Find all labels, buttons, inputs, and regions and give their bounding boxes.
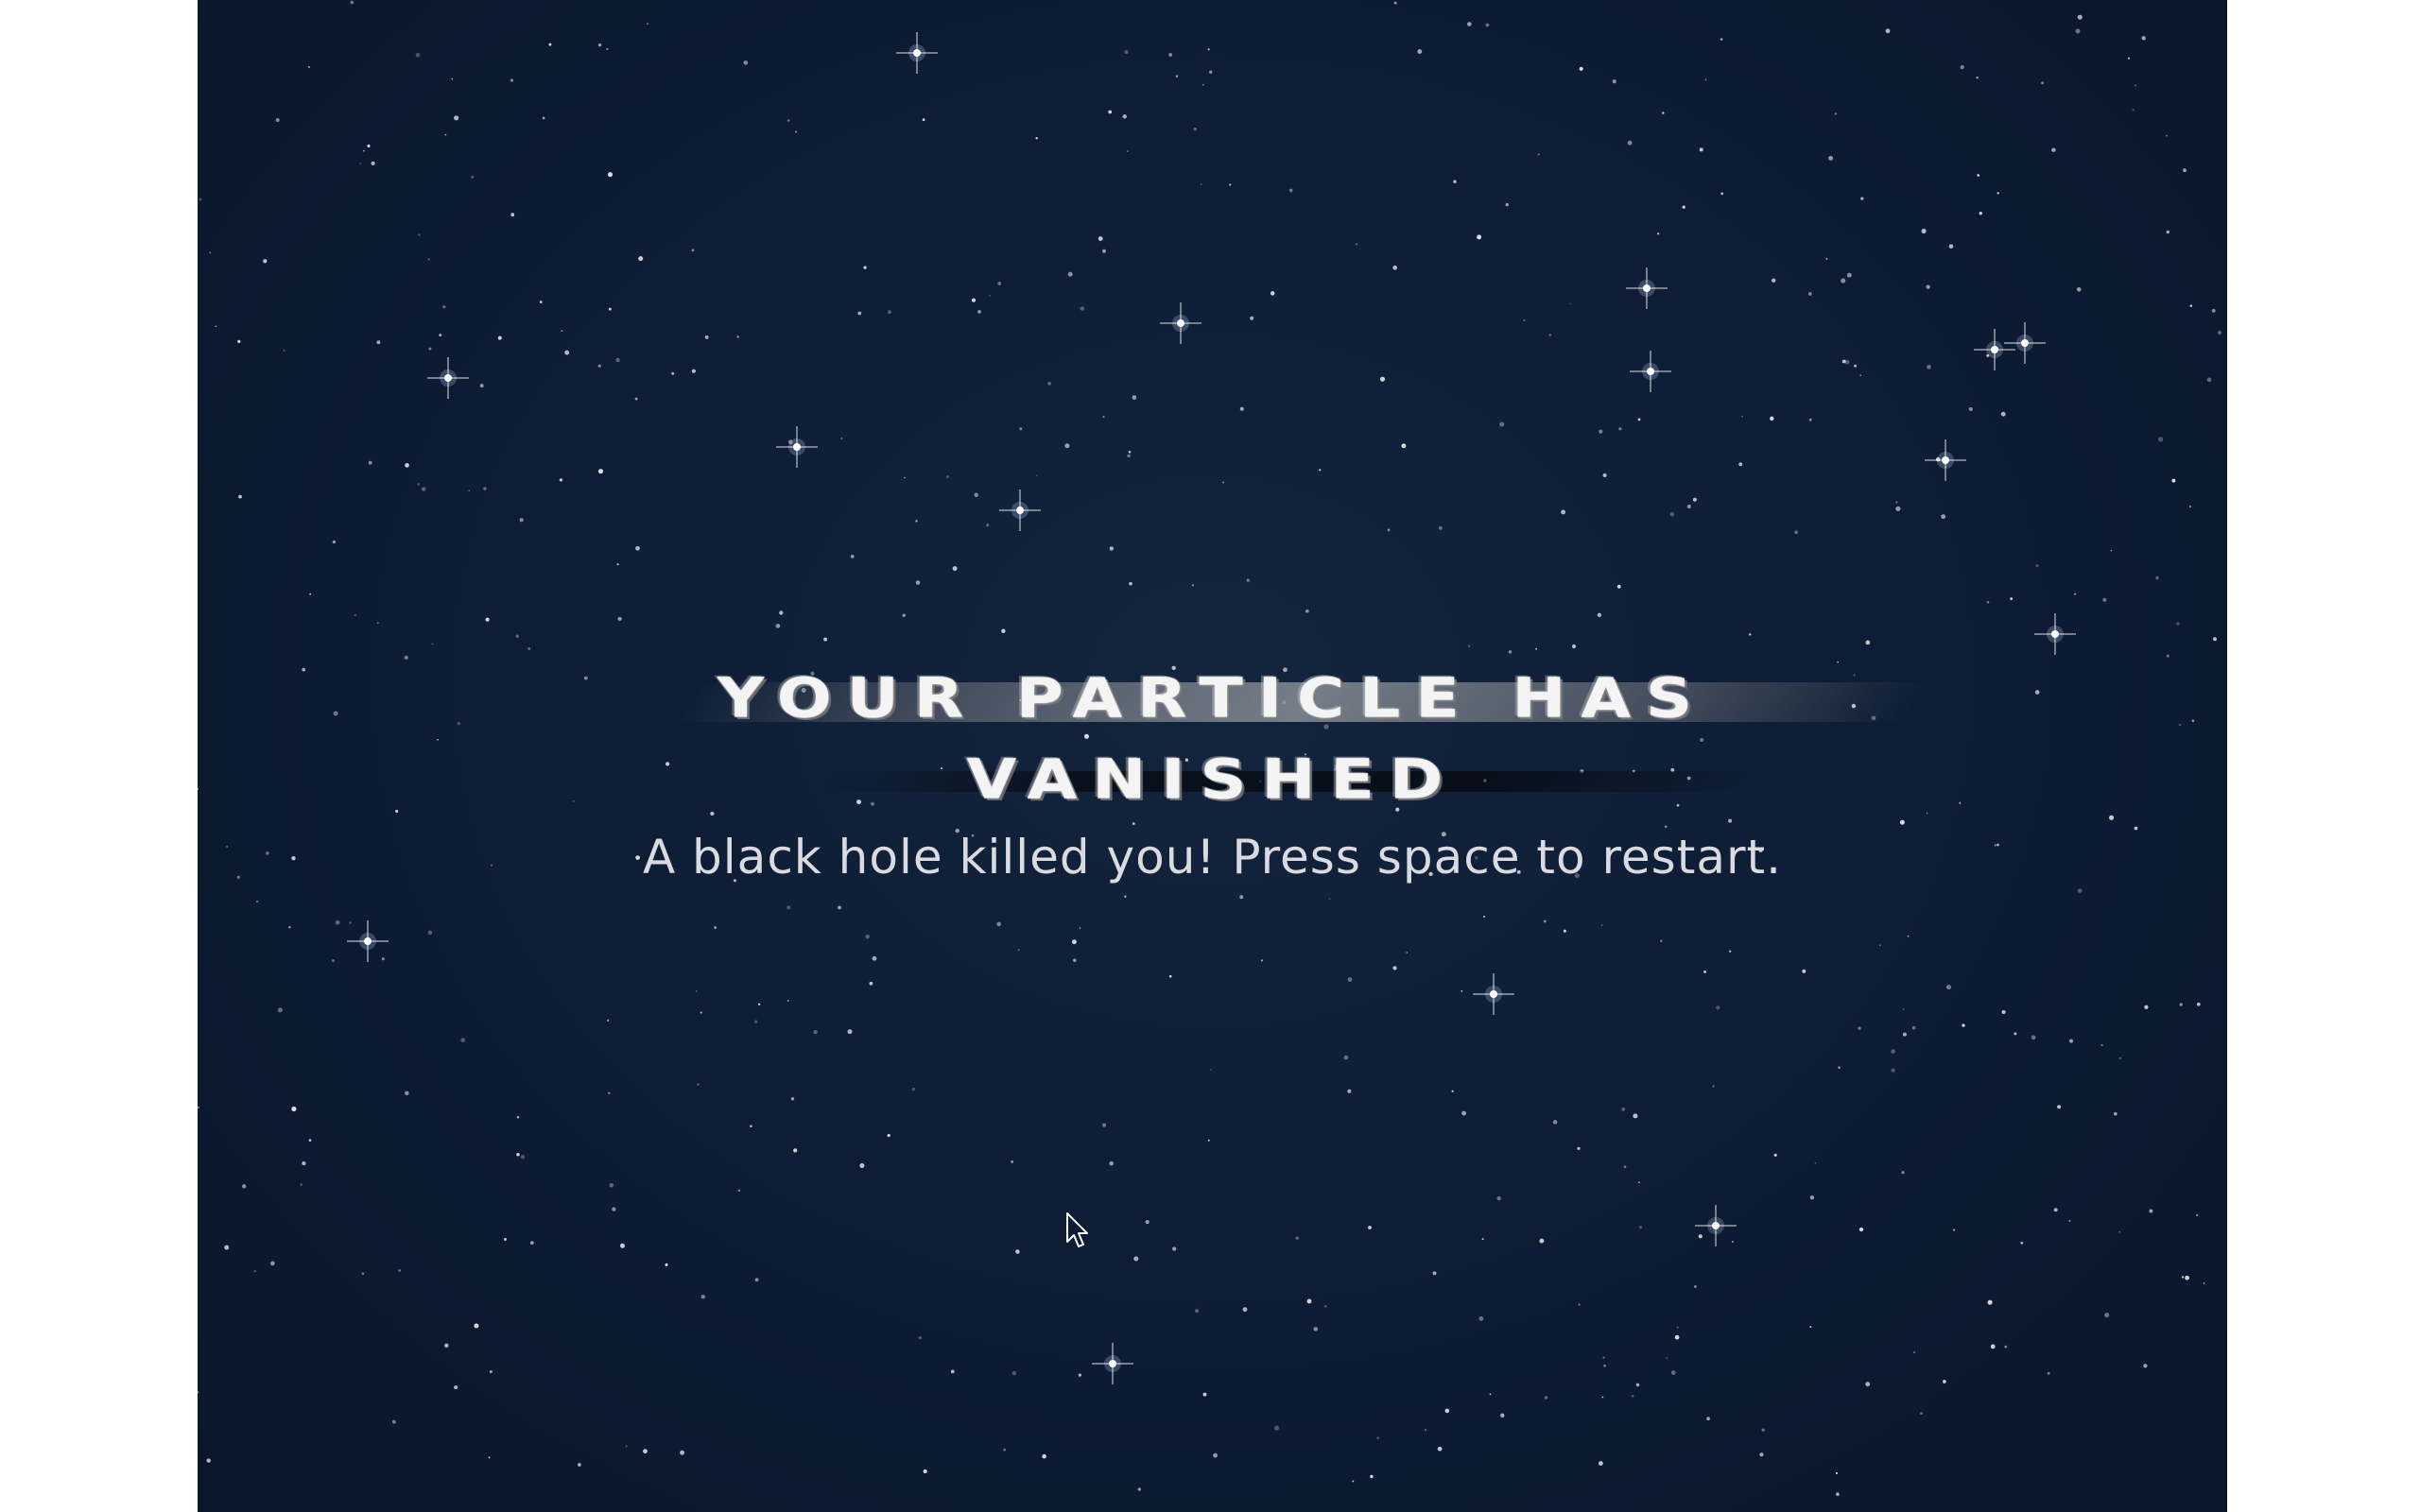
- game-over-title-line-2: VANISHED: [966, 747, 1459, 813]
- game-over-title-line-1: YOUR PARTICLE HAS: [717, 666, 1707, 731]
- game-over-overlay: YOUR PARTICLE HAS VANISHED A black hole …: [198, 0, 2227, 1512]
- game-canvas[interactable]: YOUR PARTICLE HAS VANISHED A black hole …: [198, 0, 2227, 1512]
- game-over-message: A black hole killed you! Press space to …: [642, 830, 1783, 885]
- mouse-pointer-icon: [1066, 1212, 1088, 1247]
- page: YOUR PARTICLE HAS VANISHED A black hole …: [0, 0, 2420, 1512]
